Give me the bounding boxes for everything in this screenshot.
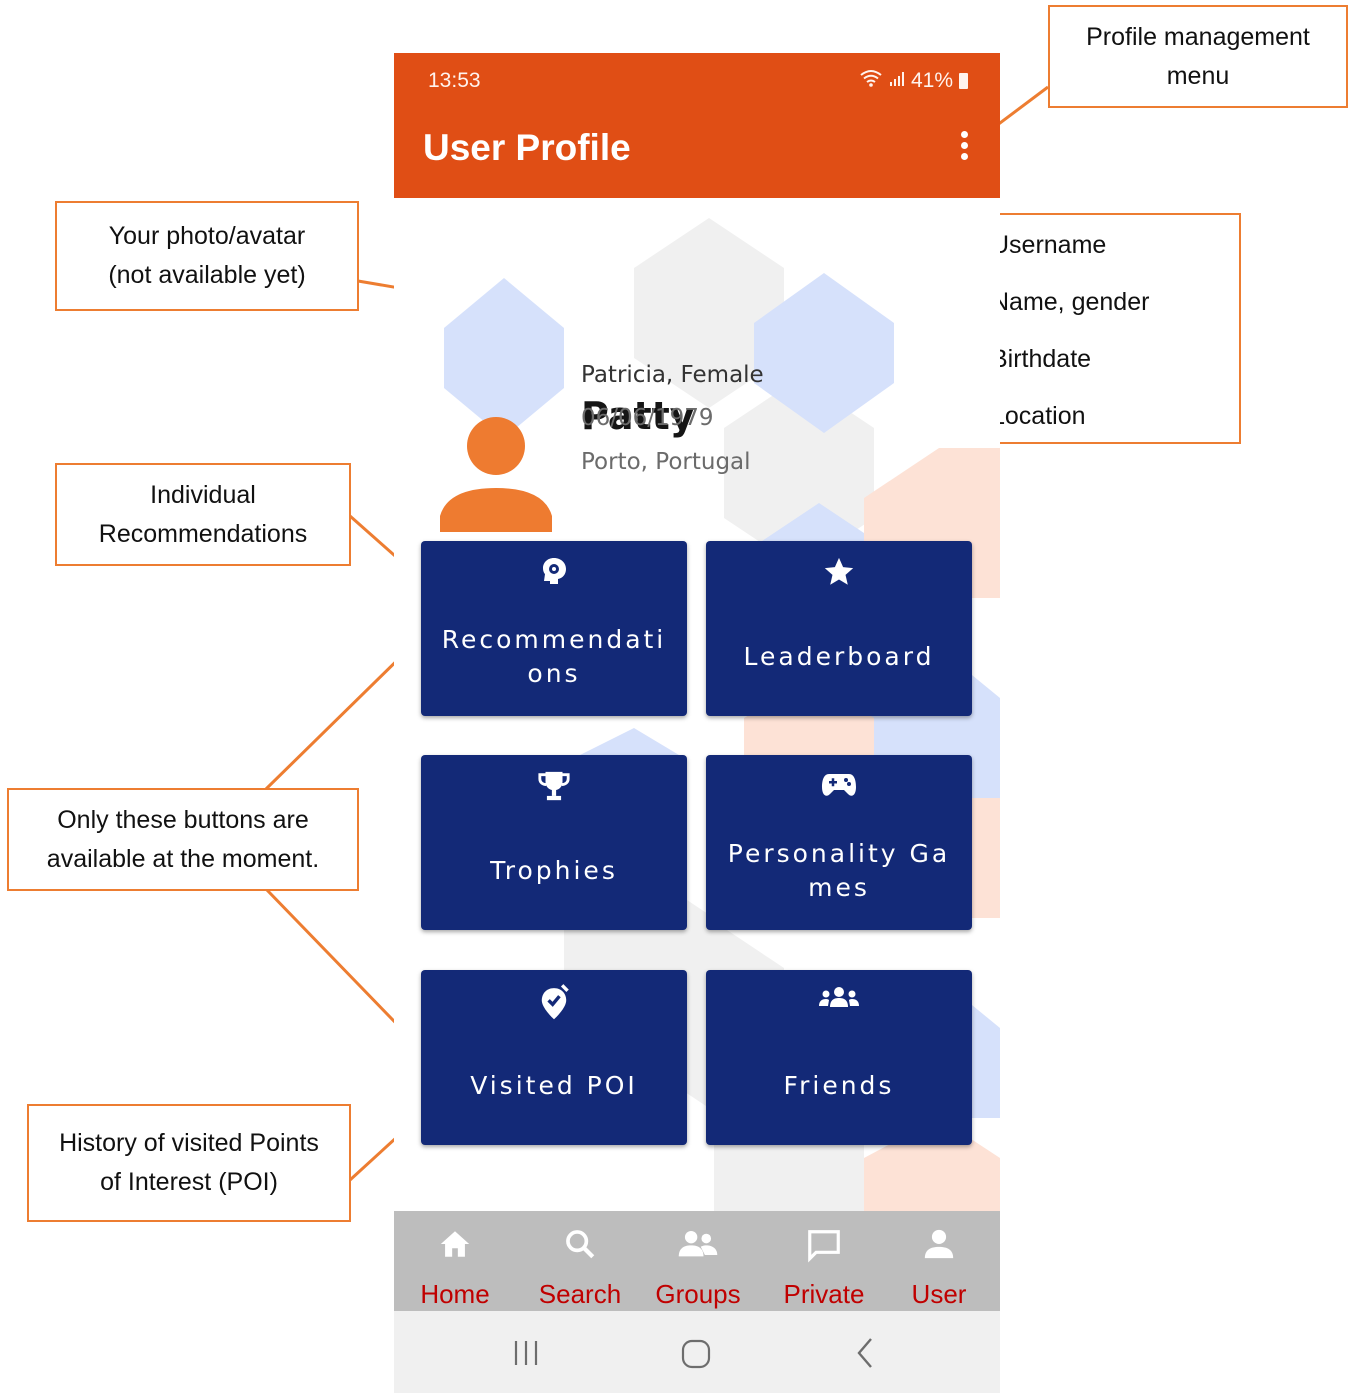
- nav-search-users[interactable]: Search users: [534, 1211, 626, 1348]
- home-system-icon[interactable]: [681, 1339, 711, 1374]
- recent-apps-icon[interactable]: [512, 1339, 540, 1372]
- callout-text: History of visited Points of Interest (P…: [59, 1129, 319, 1196]
- trophies-button[interactable]: Trophies: [421, 755, 687, 930]
- brain-gear-icon: [421, 555, 687, 587]
- map-pin-check-icon: [421, 984, 687, 1020]
- callout-birthdate: Birthdate: [991, 345, 1092, 373]
- wifi-icon: [859, 69, 883, 93]
- chat-icon: [778, 1227, 870, 1267]
- battery-icon: [959, 73, 968, 89]
- profile-menu-callout: Profile management menu: [1048, 5, 1348, 108]
- bottom-nav: Home Search users Groups Private msg Use…: [394, 1211, 1000, 1348]
- profile-fields-callout: Username Name, gender Birthdate Location: [969, 213, 1241, 444]
- tile-label: Personality Games: [727, 838, 951, 902]
- tile-label: Trophies: [490, 855, 618, 885]
- more-options-icon[interactable]: [956, 131, 972, 165]
- name-gender: Patricia, Female: [581, 362, 764, 388]
- callout-text: Your photo/avatar (not available yet): [108, 222, 306, 289]
- history-poi-callout: History of visited Points of Interest (P…: [27, 1104, 351, 1222]
- nav-home[interactable]: Home: [414, 1211, 496, 1311]
- birthdate: 06/06/1979: [581, 405, 714, 431]
- callout-name-gender: Name, gender: [991, 288, 1150, 316]
- tile-label: Recommendations: [441, 624, 667, 688]
- app-bar: 13:53 41% User Profile: [394, 53, 1000, 198]
- trophy-icon: [421, 769, 687, 801]
- visited-poi-button[interactable]: Visited POI: [421, 970, 687, 1145]
- status-time: 13:53: [428, 69, 481, 92]
- personality-games-button[interactable]: Personality Games: [706, 755, 972, 930]
- profile-content: Patty Patricia, Female 06/06/1979 Porto,…: [394, 198, 1000, 1211]
- battery-level: 41%: [910, 69, 953, 92]
- available-buttons-callout: Only these buttons are available at the …: [7, 788, 359, 891]
- tile-label: Friends: [783, 1070, 895, 1100]
- person-icon: [894, 1227, 984, 1267]
- phone-screen: 13:53 41% User Profile Patty Patricia, F…: [394, 53, 1000, 1393]
- nav-private-msg[interactable]: Private msg: [778, 1211, 870, 1348]
- home-icon: [414, 1227, 496, 1267]
- people-group-icon: [706, 984, 972, 1016]
- signal-icon: [889, 69, 905, 93]
- leaderboard-button[interactable]: Leaderboard: [706, 541, 972, 716]
- nav-label: Home: [420, 1279, 490, 1309]
- callout-text: Only these buttons are available at the …: [46, 805, 320, 873]
- nav-groups[interactable]: Groups: [652, 1211, 744, 1311]
- location: Porto, Portugal: [581, 449, 751, 475]
- callout-text: Individual Recommendations: [98, 480, 308, 548]
- status-indicators: 41%: [859, 69, 968, 93]
- nav-user-profile[interactable]: User profile: [894, 1211, 984, 1348]
- recommendations-button[interactable]: Recommendations: [421, 541, 687, 716]
- gamepad-icon: [706, 769, 972, 801]
- back-icon[interactable]: [855, 1337, 875, 1374]
- individual-recs-callout: Individual Recommendations: [55, 463, 351, 566]
- nav-label: Groups: [655, 1279, 741, 1309]
- callout-text: Profile management menu: [1086, 22, 1310, 90]
- friends-button[interactable]: Friends: [706, 970, 972, 1145]
- avatar-callout: Your photo/avatar (not available yet): [55, 201, 359, 311]
- callout-username: Username: [991, 231, 1107, 259]
- star-icon: [706, 555, 972, 587]
- system-nav-bar: [394, 1311, 1000, 1393]
- avatar: [440, 417, 552, 532]
- callout-location: Location: [991, 402, 1086, 430]
- tile-label: Leaderboard: [743, 641, 935, 671]
- search-icon: [534, 1227, 626, 1267]
- page-title: User Profile: [423, 127, 631, 168]
- groups-icon: [652, 1227, 744, 1267]
- tile-label: Visited POI: [470, 1070, 638, 1100]
